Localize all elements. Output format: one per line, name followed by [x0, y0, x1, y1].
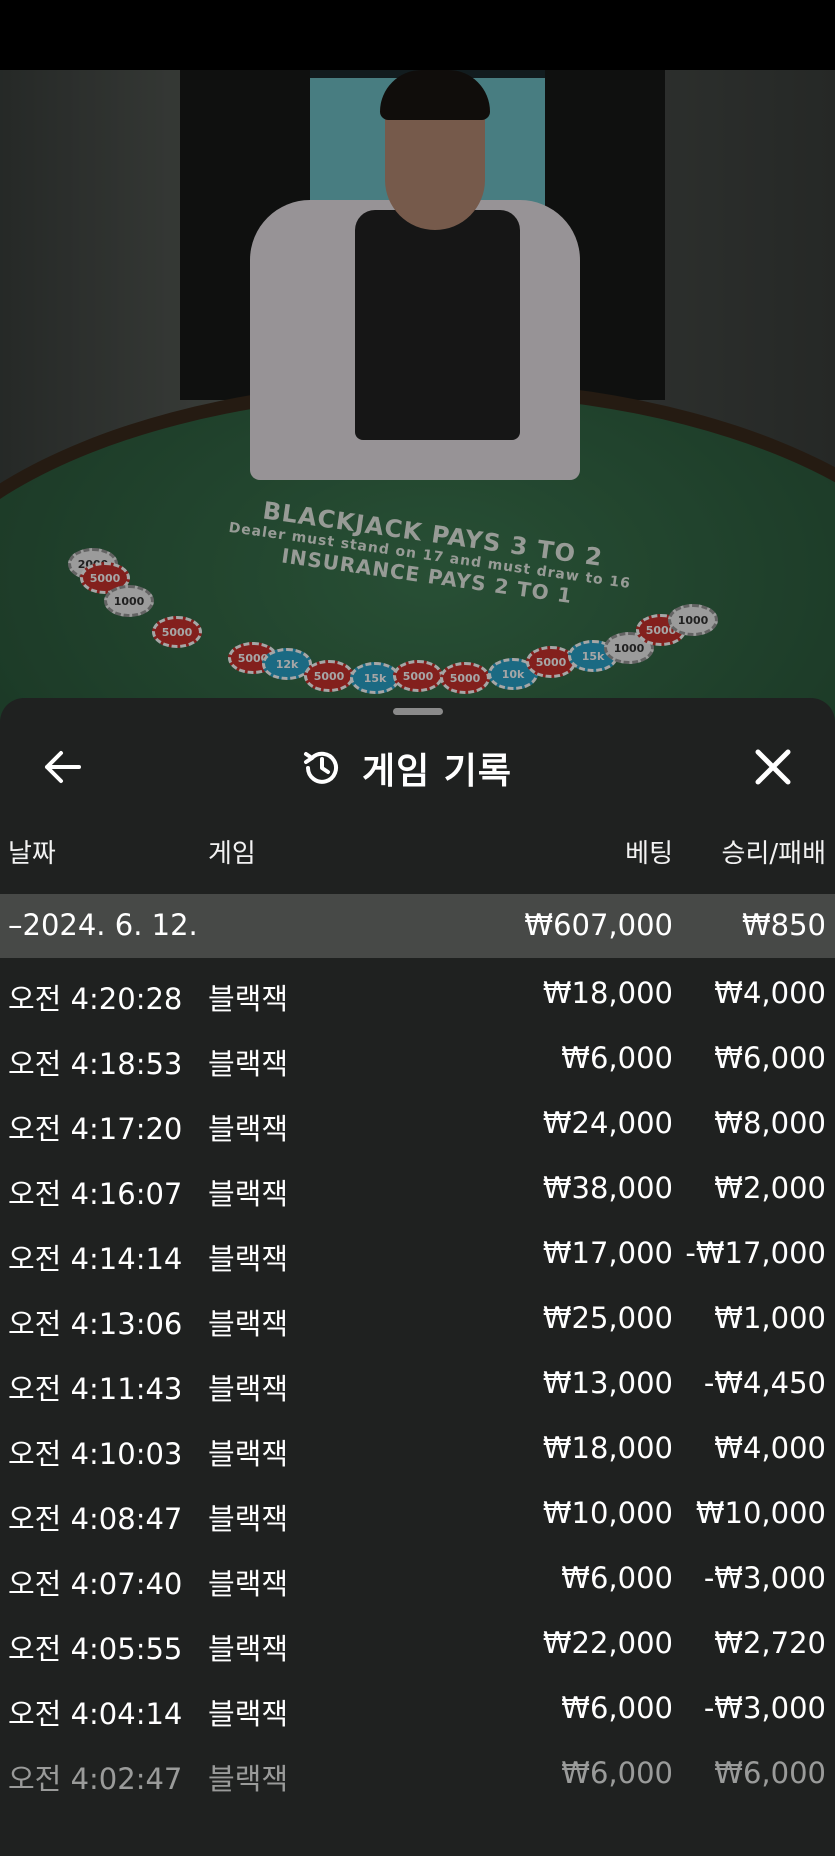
date-group-header[interactable]: –2024. 6. 12. ₩607,000 ₩850 — [0, 894, 835, 958]
history-row[interactable]: 오전 4:11:43 블랙잭 ₩13,000 -₩4,450 — [0, 1348, 835, 1413]
column-bet: 베팅 — [625, 839, 673, 869]
history-row[interactable]: 오전 4:10:03 블랙잭 ₩18,000 ₩4,000 — [0, 1413, 835, 1478]
row-game: 블랙잭 — [208, 1242, 289, 1276]
sheet-header: 게임 기록 — [0, 728, 835, 808]
history-row[interactable]: 오전 4:02:47 블랙잭 ₩6,000 ₩6,000 — [0, 1738, 835, 1803]
sheet-drag-handle[interactable] — [393, 708, 443, 715]
row-game: 블랙잭 — [208, 1177, 289, 1211]
column-win-loss: 승리/패배 — [721, 839, 826, 869]
row-time: 오전 4:04:14 — [8, 1697, 183, 1731]
row-time: 오전 4:16:07 — [8, 1177, 183, 1211]
row-game: 블랙잭 — [208, 1372, 289, 1406]
row-time: 오전 4:13:06 — [8, 1307, 183, 1341]
row-result: -₩4,450 — [703, 1366, 826, 1400]
history-row[interactable]: 오전 4:08:47 블랙잭 ₩10,000 ₩10,000 — [0, 1478, 835, 1543]
page-title: 게임 기록 — [362, 751, 513, 792]
row-bet: ₩10,000 — [542, 1496, 673, 1530]
row-bet: ₩6,000 — [561, 1561, 673, 1595]
row-time: 오전 4:10:03 — [8, 1437, 183, 1471]
row-result: ₩8,000 — [714, 1106, 826, 1140]
row-result: ₩2,000 — [714, 1171, 826, 1205]
row-time: 오전 4:07:40 — [8, 1567, 183, 1601]
row-result: ₩10,000 — [695, 1496, 826, 1530]
row-bet: ₩22,000 — [542, 1626, 673, 1660]
row-game: 블랙잭 — [208, 1632, 289, 1666]
row-time: 오전 4:14:14 — [8, 1242, 183, 1276]
row-time: 오전 4:08:47 — [8, 1502, 183, 1536]
history-row[interactable]: 오전 4:20:28 블랙잭 ₩18,000 ₩4,000 — [0, 958, 835, 1023]
history-row[interactable]: 오전 4:16:07 블랙잭 ₩38,000 ₩2,000 — [0, 1153, 835, 1218]
arrow-left-icon — [45, 751, 81, 783]
row-result: ₩2,720 — [714, 1626, 826, 1660]
row-game: 블랙잭 — [208, 1567, 289, 1601]
row-result: ₩4,000 — [714, 1431, 826, 1465]
back-button[interactable] — [38, 742, 88, 792]
row-result: -₩17,000 — [685, 1236, 826, 1270]
history-row[interactable]: 오전 4:17:20 블랙잭 ₩24,000 ₩8,000 — [0, 1088, 835, 1153]
row-result: ₩6,000 — [714, 1756, 826, 1790]
row-game: 블랙잭 — [208, 1762, 289, 1796]
row-bet: ₩13,000 — [542, 1366, 673, 1400]
row-time: 오전 4:20:28 — [8, 982, 183, 1016]
sheet-title-group: 게임 기록 — [300, 738, 512, 798]
row-bet: ₩17,000 — [542, 1236, 673, 1270]
history-row[interactable]: 오전 4:14:14 블랙잭 ₩17,000 -₩17,000 — [0, 1218, 835, 1283]
row-bet: ₩25,000 — [542, 1301, 673, 1335]
row-game: 블랙잭 — [208, 1437, 289, 1471]
row-bet: ₩6,000 — [561, 1756, 673, 1790]
row-game: 블랙잭 — [208, 1112, 289, 1146]
row-game: 블랙잭 — [208, 1307, 289, 1341]
date-group-date: –2024. 6. 12. — [8, 908, 198, 942]
date-group-win-total: ₩850 — [741, 908, 826, 942]
history-row[interactable]: 오전 4:13:06 블랙잭 ₩25,000 ₩1,000 — [0, 1283, 835, 1348]
row-bet: ₩18,000 — [542, 976, 673, 1010]
close-button[interactable] — [748, 742, 798, 792]
row-time: 오전 4:18:53 — [8, 1047, 183, 1081]
live-video-stream: BLACKJACK PAYS 3 TO 2 Dealer must stand … — [0, 0, 835, 760]
row-time: 오전 4:11:43 — [8, 1372, 183, 1406]
history-row[interactable]: 오전 4:07:40 블랙잭 ₩6,000 -₩3,000 — [0, 1543, 835, 1608]
history-row[interactable]: 오전 4:04:14 블랙잭 ₩6,000 -₩3,000 — [0, 1673, 835, 1738]
row-bet: ₩6,000 — [561, 1691, 673, 1725]
row-result: ₩4,000 — [714, 976, 826, 1010]
row-time: 오전 4:02:47 — [8, 1762, 183, 1796]
column-headers: 날짜 게임 베팅 승리/패배 — [0, 833, 835, 873]
history-row[interactable]: 오전 4:05:55 블랙잭 ₩22,000 ₩2,720 — [0, 1608, 835, 1673]
row-game: 블랙잭 — [208, 1697, 289, 1731]
history-clock-icon — [304, 751, 338, 784]
row-bet: ₩24,000 — [542, 1106, 673, 1140]
row-bet: ₩6,000 — [561, 1041, 673, 1075]
row-time: 오전 4:17:20 — [8, 1112, 183, 1146]
date-group-bet-total: ₩607,000 — [524, 908, 673, 942]
row-game: 블랙잭 — [208, 1047, 289, 1081]
row-result: ₩6,000 — [714, 1041, 826, 1075]
close-x-icon — [755, 749, 791, 785]
row-game: 블랙잭 — [208, 1502, 289, 1536]
column-game: 게임 — [208, 839, 256, 869]
row-game: 블랙잭 — [208, 982, 289, 1016]
game-history-sheet: 게임 기록 날짜 게임 베팅 승리/패배 –2024. 6. 12. ₩607,… — [0, 698, 835, 1856]
row-time: 오전 4:05:55 — [8, 1632, 183, 1666]
row-bet: ₩18,000 — [542, 1431, 673, 1465]
history-list: 오전 4:20:28 블랙잭 ₩18,000 ₩4,000 오전 4:18:53… — [0, 958, 835, 1803]
column-date: 날짜 — [8, 839, 56, 869]
row-result: ₩1,000 — [714, 1301, 826, 1335]
row-result: -₩3,000 — [703, 1561, 826, 1595]
row-result: -₩3,000 — [703, 1691, 826, 1725]
row-bet: ₩38,000 — [542, 1171, 673, 1205]
history-row[interactable]: 오전 4:18:53 블랙잭 ₩6,000 ₩6,000 — [0, 1023, 835, 1088]
